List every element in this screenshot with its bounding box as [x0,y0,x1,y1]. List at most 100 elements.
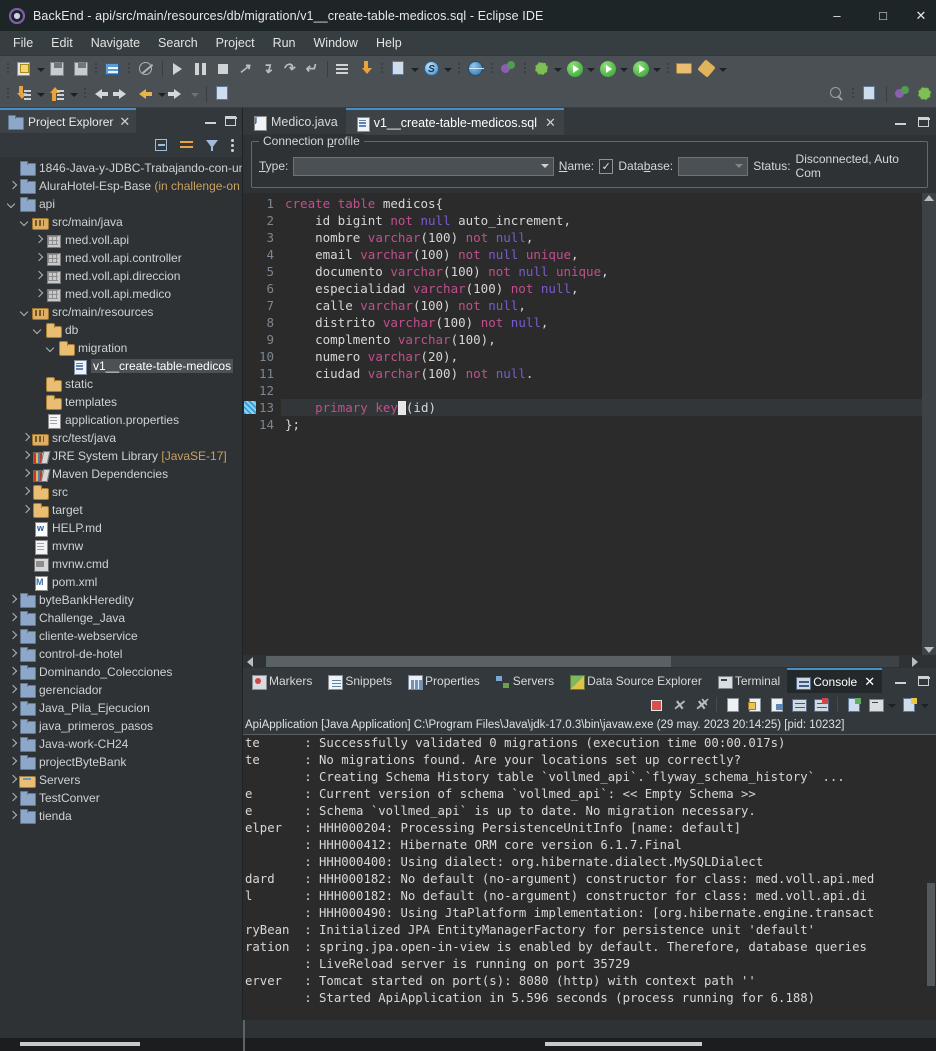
maximize-button[interactable]: □ [860,0,906,31]
tab-terminal[interactable]: Terminal [709,668,787,693]
maximize-icon[interactable] [918,116,930,127]
next-annotation-dropdown-arrow[interactable] [190,84,199,104]
tree-item-db[interactable]: db [0,321,242,339]
chevron-down-icon[interactable] [32,321,45,339]
step-into-icon[interactable]: ↴ [257,59,277,79]
tree-item-src-main-java[interactable]: src/main/java [0,213,242,231]
menu-file[interactable]: File [4,32,42,54]
toolbar-grip-9[interactable] [7,86,10,102]
close-icon[interactable]: ✕ [545,115,556,131]
run-config-dropdown-arrow[interactable] [619,59,628,79]
scroll-lock-icon[interactable] [746,696,764,714]
chevron-right-icon[interactable] [6,645,19,663]
tree-item-bytebankheredity[interactable]: byteBankHeredity [0,591,242,609]
toolbar-grip-5[interactable] [458,61,461,77]
back-icon[interactable] [92,84,112,104]
run-configurations-icon[interactable] [598,59,618,79]
minimize-button[interactable]: – [814,0,860,31]
tree-item-projectbytebank[interactable]: projectByteBank [0,753,242,771]
menu-navigate[interactable]: Navigate [82,32,149,54]
tree-item-migration[interactable]: migration [0,339,242,357]
new-wizard-icon[interactable] [499,59,519,79]
scroll-down-arrow-icon[interactable] [924,647,934,653]
tab-properties[interactable]: Properties [399,668,487,693]
code-line[interactable]: especialidad varchar(100) not null, [281,280,922,297]
close-icon[interactable]: ✕ [864,674,875,690]
pencil-icon[interactable] [697,58,717,79]
code-line[interactable]: ciudad varchar(100) not null. [281,365,922,382]
project-explorer-hscroll-thumb[interactable] [20,1042,140,1046]
tree-item-control-de-hotel[interactable]: control-de-hotel [0,645,242,663]
scroll-left-arrow-icon[interactable] [247,656,253,667]
new-java-class-dropdown-arrow[interactable] [410,59,419,79]
previous-annotation-dropdown-arrow[interactable] [157,84,166,104]
save-icon[interactable] [48,59,68,79]
quick-access-icon[interactable] [136,59,156,79]
coverage-dropdown-arrow[interactable] [652,59,661,79]
tree-item-java-work-ch24[interactable]: Java-work-CH24 [0,735,242,753]
tree-item-med-voll-api-medico[interactable]: med.voll.api.medico [0,285,242,303]
toolbar-grip-6[interactable] [491,61,494,77]
open-type-icon[interactable] [334,59,354,79]
menu-run[interactable]: Run [264,32,305,54]
new-file-icon[interactable] [15,59,35,79]
tree-item-src[interactable]: src [0,483,242,501]
minimize-icon[interactable] [895,117,906,126]
export-dropdown-arrow[interactable] [69,84,78,104]
new-file-dropdown-arrow[interactable] [36,59,45,79]
link-with-editor-icon[interactable] [179,137,195,153]
code-line[interactable]: email varchar(100) not null unique, [281,246,922,263]
code-line[interactable]: id bigint not null auto_increment, [281,212,922,229]
code-line[interactable]: documento varchar(100) not null unique, [281,263,922,280]
open-console-icon[interactable] [867,696,885,714]
import-dropdown-arrow[interactable] [36,84,45,104]
open-console-dropdown-arrow[interactable] [887,695,896,715]
code-line[interactable]: primary key (id) [281,399,922,416]
resume-icon[interactable] [169,59,189,79]
project-explorer-hscrollbar[interactable] [0,1038,243,1051]
tree-item-alurahotel-esp-base[interactable]: AluraHotel-Esp-Base (in challenge-on [0,177,242,195]
console-hscrollbar[interactable] [245,1038,936,1051]
close-icon[interactable]: ✕ [119,115,130,128]
toolbar-grip-2[interactable] [95,61,98,77]
run-dropdown-arrow[interactable] [586,59,595,79]
type-combo[interactable] [293,156,554,176]
chevron-right-icon[interactable] [6,699,19,717]
chevron-right-icon[interactable] [19,501,32,519]
tree-item-med-voll-api[interactable]: med.voll.api [0,231,242,249]
hscroll-track[interactable] [266,656,899,667]
chevron-right-icon[interactable] [32,231,45,249]
code-line[interactable]: distrito varchar(100) not null, [281,314,922,331]
chevron-down-icon[interactable] [19,213,32,231]
tab-markers[interactable]: Markers [243,668,319,693]
tree-item-src-main-resources[interactable]: src/main/resources [0,303,242,321]
chevron-down-icon[interactable] [45,339,58,357]
open-perspective-icon[interactable] [675,59,695,79]
pencil-dropdown-arrow[interactable] [718,59,727,79]
toolbar-grip-8[interactable] [667,61,670,77]
collapse-all-icon[interactable] [154,137,170,153]
chevron-right-icon[interactable] [6,681,19,699]
suspend-icon[interactable] [191,59,211,79]
toolbar-grip-10[interactable] [84,86,87,102]
chevron-right-icon[interactable] [6,627,19,645]
console-vertical-scrollbar[interactable] [925,735,936,1020]
chevron-right-icon[interactable] [32,249,45,267]
toolbar-grip-3[interactable] [128,61,131,77]
tree-item-src-test-java[interactable]: src/test/java [0,429,242,447]
previous-annotation-icon[interactable] [136,84,156,104]
menu-help[interactable]: Help [367,32,411,54]
step-over-icon[interactable]: ↷ [279,59,299,79]
import-icon[interactable] [15,84,35,104]
open-task-icon[interactable] [356,59,376,79]
print-icon[interactable] [103,59,123,79]
tree-item-dominando-colecciones[interactable]: Dominando_Colecciones [0,663,242,681]
view-menu-icon[interactable] [229,137,237,153]
show-console-on-output-icon[interactable] [790,696,808,714]
search-icon[interactable] [827,84,847,104]
minimize-icon[interactable] [895,676,906,685]
menu-search[interactable]: Search [149,32,207,54]
toolbar-grip-7[interactable] [524,61,527,77]
console-hscroll-thumb[interactable] [545,1042,702,1046]
scroll-up-arrow-icon[interactable] [924,195,934,201]
